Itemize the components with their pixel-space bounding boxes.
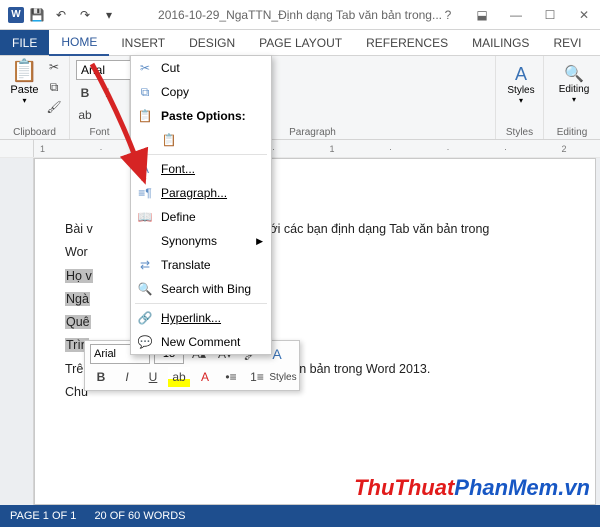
group-styles: Styles (502, 126, 537, 139)
group-editing: Editing (550, 126, 594, 139)
document-page[interactable]: Bài vii tiết tới các bạn định dạng Tab v… (34, 158, 596, 505)
maximize-icon[interactable]: ☐ (538, 8, 562, 22)
status-page[interactable]: PAGE 1 OF 1 (10, 510, 76, 522)
chevron-down-icon: ▾ (572, 95, 576, 104)
horizontal-ruler[interactable]: 1 · · · · 1 · · · 2 · · · 3 · · · 4 · · … (34, 140, 600, 157)
qat-more-icon[interactable]: ▾ (100, 6, 118, 24)
paste-option-icon: 📋 (161, 132, 177, 148)
find-icon: 🔍 (564, 64, 584, 84)
mini-font-color-icon[interactable]: A (194, 367, 216, 387)
copy-icon: ⧉ (137, 84, 153, 100)
ctx-synonyms[interactable]: Synonyms▶ (131, 229, 271, 253)
ctx-define[interactable]: 📖Define (131, 205, 271, 229)
mini-underline[interactable]: U (142, 367, 164, 387)
chevron-right-icon: ▶ (256, 236, 263, 247)
ruler-corner (0, 140, 34, 157)
mini-styles-label[interactable]: Styles (272, 367, 294, 387)
selected-text: Quê (65, 315, 91, 329)
vertical-ruler[interactable] (0, 158, 34, 505)
define-icon: 📖 (137, 209, 153, 225)
tab-file[interactable]: FILE (0, 30, 49, 55)
selected-text: Ngà (65, 292, 90, 306)
ctx-paste-options[interactable]: 📋Paste Options: (131, 104, 271, 128)
mini-bold[interactable]: B (90, 367, 112, 387)
undo-icon[interactable]: ↶ (52, 6, 70, 24)
paste-icon: 📋 (137, 108, 153, 124)
comment-icon: 💬 (137, 334, 153, 350)
tab-insert[interactable]: INSERT (109, 30, 177, 55)
minimize-icon[interactable]: — (504, 8, 528, 22)
separator (135, 154, 267, 155)
mini-highlight-icon[interactable]: ab (168, 367, 190, 387)
ctx-hyperlink[interactable]: 🔗Hyperlink... (131, 306, 271, 330)
paste-button[interactable]: 📋 Paste ▾ (6, 58, 43, 105)
separator (135, 303, 267, 304)
ctx-paste-default[interactable]: 📋 (131, 128, 271, 152)
save-icon[interactable]: 💾 (28, 6, 46, 24)
text-effects-icon[interactable]: ab (76, 106, 94, 124)
ctx-font[interactable]: AFont... (131, 157, 271, 181)
status-words[interactable]: 20 OF 60 WORDS (94, 510, 185, 522)
font-icon: A (137, 161, 153, 177)
chevron-down-icon: ▾ (22, 96, 26, 105)
paragraph-icon: ≡¶ (137, 185, 153, 201)
copy-icon[interactable]: ⧉ (45, 78, 63, 96)
ctx-new-comment[interactable]: 💬New Comment (131, 330, 271, 354)
format-painter-icon[interactable]: 🖌 (45, 98, 63, 116)
redo-icon[interactable]: ↷ (76, 6, 94, 24)
watermark: ThuThuatPhanMem.vn (354, 475, 590, 501)
tab-references[interactable]: REFERENCES (354, 30, 460, 55)
mini-numbering-icon[interactable]: 1≡ (246, 367, 268, 387)
tab-home[interactable]: HOME (49, 30, 109, 56)
cut-icon[interactable]: ✂ (45, 58, 63, 76)
mini-italic[interactable]: I (116, 367, 138, 387)
link-icon: 🔗 (137, 310, 153, 326)
ribbon-collapse-icon[interactable]: ⬓ (470, 8, 494, 22)
cut-icon: ✂ (137, 60, 153, 76)
word-app-icon: W (8, 7, 24, 23)
close-icon[interactable]: ✕ (572, 8, 596, 22)
context-menu: ✂Cut ⧉Copy 📋Paste Options: 📋 AFont... ≡¶… (130, 55, 272, 355)
italic-button[interactable]: I (98, 84, 116, 102)
clipboard-icon: 📋 (11, 58, 38, 84)
bold-button[interactable]: B (76, 84, 94, 102)
tab-mailings[interactable]: MAILINGS (460, 30, 541, 55)
search-icon: 🔍 (137, 281, 153, 297)
ctx-cut[interactable]: ✂Cut (131, 56, 271, 80)
editing-button[interactable]: 🔍 Editing ▾ (550, 58, 598, 104)
styles-button[interactable]: A Styles ▾ (502, 58, 540, 105)
group-clipboard: Clipboard (6, 126, 63, 139)
styles-icon: A (515, 64, 527, 85)
ctx-copy[interactable]: ⧉Copy (131, 80, 271, 104)
translate-icon: ⇄ (137, 257, 153, 273)
tab-review[interactable]: REVI (541, 30, 593, 55)
tab-page-layout[interactable]: PAGE LAYOUT (247, 30, 354, 55)
ctx-search-bing[interactable]: 🔍Search with Bing (131, 277, 271, 301)
chevron-down-icon: ▾ (519, 96, 523, 105)
tab-design[interactable]: DESIGN (177, 30, 247, 55)
ctx-paragraph[interactable]: ≡¶Paragraph... (131, 181, 271, 205)
selected-text: Họ v (65, 269, 93, 283)
ctx-translate[interactable]: ⇄Translate (131, 253, 271, 277)
mini-bullets-icon[interactable]: •≡ (220, 367, 242, 387)
group-font: Font (76, 126, 123, 139)
window-title: 2016-10-29_NgaTTN_Định dạng Tab văn bản … (158, 8, 442, 22)
